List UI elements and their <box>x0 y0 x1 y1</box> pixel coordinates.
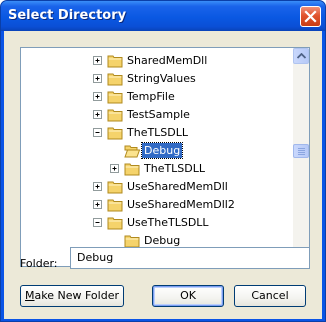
close-button[interactable] <box>300 6 321 27</box>
tree-item-label: UseSharedMemDll2 <box>127 198 235 211</box>
tree-item-label: TheTLSDLL <box>144 162 206 175</box>
folder-icon <box>107 71 123 86</box>
tree-item[interactable]: Debug <box>21 142 293 160</box>
tree-item[interactable]: StringValues <box>21 70 293 88</box>
tree-item-label: UseTheTLSDLL <box>127 216 209 229</box>
dialog-title: Select Directory <box>8 8 127 23</box>
tree-item[interactable]: TestSample <box>21 106 293 124</box>
tree-item-label: UseSharedMemDll <box>127 180 228 193</box>
dialog-client-area: SharedMemDll StringValues TempFile TestSamp… <box>4 31 322 319</box>
collapse-icon[interactable] <box>93 128 102 137</box>
folder-input[interactable]: Debug <box>70 247 310 269</box>
folder-icon <box>124 233 140 248</box>
chevron-up-icon <box>297 53 306 59</box>
ok-label: OK <box>180 289 196 302</box>
cancel-label: Cancel <box>251 289 289 302</box>
folder-icon <box>107 197 123 212</box>
folder-field-label: Folder: <box>20 257 58 270</box>
thumb-grip <box>298 148 305 149</box>
vertical-scrollbar[interactable] <box>293 48 309 266</box>
expand-icon[interactable] <box>110 164 119 173</box>
scroll-up-button[interactable] <box>293 48 309 64</box>
folder-icon <box>107 89 123 104</box>
tree-item-label: TempFile <box>127 90 175 103</box>
make-new-folder-button[interactable]: Make New Folder <box>20 285 124 307</box>
scroll-thumb[interactable] <box>293 144 309 158</box>
open-folder-icon <box>124 143 141 158</box>
close-icon <box>304 10 317 23</box>
ok-button[interactable]: OK <box>152 285 224 307</box>
tree-item[interactable]: UseSharedMemDll2 <box>21 196 293 214</box>
tree-item-label: Debug <box>144 234 181 247</box>
thumb-grip <box>298 152 305 153</box>
expand-icon[interactable] <box>93 56 102 65</box>
expand-icon[interactable] <box>93 200 102 209</box>
folder-icon <box>107 179 123 194</box>
thumb-grip <box>298 154 305 155</box>
title-bar[interactable]: Select Directory <box>1 1 325 31</box>
folder-icon <box>124 161 140 176</box>
expand-icon[interactable] <box>93 92 102 101</box>
tree-item[interactable]: UseSharedMemDll <box>21 178 293 196</box>
folder-icon <box>107 125 123 140</box>
thumb-grip <box>298 150 305 151</box>
tree-item-label: StringValues <box>127 72 196 85</box>
expand-icon[interactable] <box>93 110 102 119</box>
expand-icon[interactable] <box>93 182 102 191</box>
folder-icon <box>107 53 123 68</box>
folder-icon <box>107 107 123 122</box>
cancel-button[interactable]: Cancel <box>234 285 306 307</box>
select-directory-dialog: Select Directory SharedMemDll StringValue… <box>0 0 326 322</box>
tree-item-label: TestSample <box>127 108 190 121</box>
collapse-icon[interactable] <box>93 218 102 227</box>
mnemonic-letter: M <box>25 289 35 302</box>
tree-item-label: Debug <box>140 142 184 159</box>
tree-item[interactable]: TempFile <box>21 88 293 106</box>
make-new-folder-label: ake New Folder <box>34 289 119 302</box>
tree-item-label: SharedMemDll <box>127 54 208 67</box>
folder-tree[interactable]: SharedMemDll StringValues TempFile TestSamp… <box>20 47 310 267</box>
folder-tree-list: SharedMemDll StringValues TempFile TestSamp… <box>21 48 293 266</box>
expand-icon[interactable] <box>93 74 102 83</box>
folder-icon <box>107 215 123 230</box>
tree-item[interactable]: UseTheTLSDLL <box>21 214 293 232</box>
tree-item[interactable]: TheTLSDLL <box>21 124 293 142</box>
tree-item[interactable]: TheTLSDLL <box>21 160 293 178</box>
tree-item-label: TheTLSDLL <box>127 126 189 139</box>
tree-item[interactable]: SharedMemDll <box>21 52 293 70</box>
